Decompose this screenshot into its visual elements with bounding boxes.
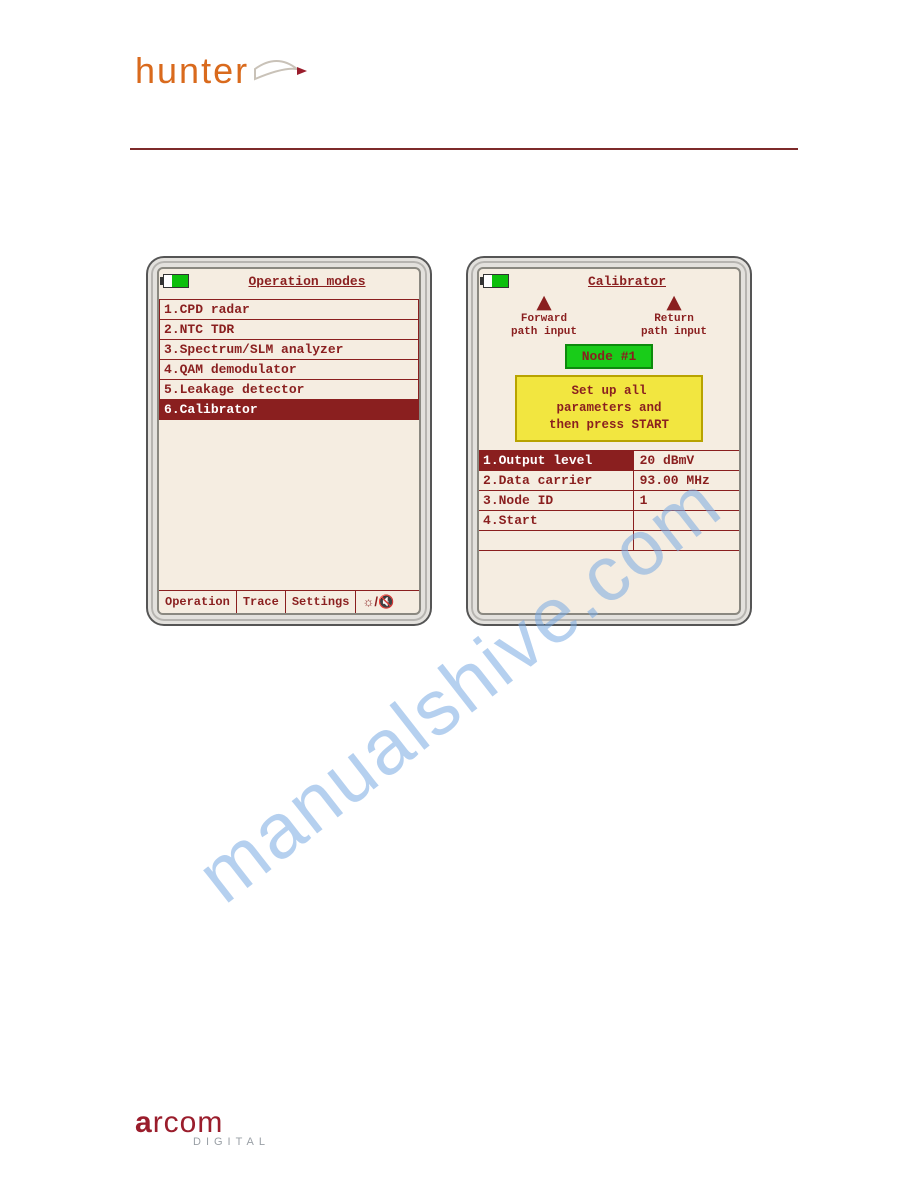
instruction-box: Set up all parameters and then press STA… <box>515 375 703 442</box>
intro-paragraph: The calibrator is used to calibrate dist… <box>130 178 798 225</box>
footer-tabs: Operation Trace Settings ☼/🔇 <box>159 590 419 613</box>
param-empty <box>479 531 739 551</box>
menu-item-ntc-tdr[interactable]: 2.NTC TDR <box>159 319 419 340</box>
menu-item-cpd-radar[interactable]: 1.CPD radar <box>159 299 419 320</box>
forward-input-label: ▲ Forward path input <box>511 295 577 338</box>
device-left: Operation modes 1.CPD radar 2.NTC TDR 3.… <box>148 258 430 624</box>
tab-trace[interactable]: Trace <box>237 591 286 613</box>
menu-item-qam[interactable]: 4.QAM demodulator <box>159 359 419 380</box>
param-data-carrier[interactable]: 2.Data carrier 93.00 MHz <box>479 471 739 491</box>
menu-item-spectrum[interactable]: 3.Spectrum/SLM analyzer <box>159 339 419 360</box>
node-indicator: Node #1 <box>565 344 653 369</box>
menu-item-calibrator[interactable]: 6.Calibrator <box>159 399 419 420</box>
arcom-logo: aarcomrcom DIGITAL <box>135 1109 270 1148</box>
param-table: 1.Output level 20 dBmV 2.Data carrier 93… <box>479 450 739 551</box>
header-rule <box>130 148 798 150</box>
screen-title: Operation modes <box>195 274 419 289</box>
screen-title: Calibrator <box>515 274 739 289</box>
return-input-label: ▲ Return path input <box>641 295 707 338</box>
hunter-logo: hunter <box>135 50 309 92</box>
swoosh-icon <box>253 50 309 92</box>
param-output-level[interactable]: 1.Output level 20 dBmV <box>479 451 739 471</box>
page-number: 45 <box>783 1109 800 1126</box>
menu-item-leakage[interactable]: 5.Leakage detector <box>159 379 419 400</box>
battery-icon <box>483 274 509 288</box>
brightness-mute-icon[interactable]: ☼/🔇 <box>356 591 400 613</box>
battery-icon <box>163 274 189 288</box>
param-start[interactable]: 4.Start <box>479 511 739 531</box>
param-node-id[interactable]: 3.Node ID 1 <box>479 491 739 511</box>
tab-settings[interactable]: Settings <box>286 591 357 613</box>
lower-body-text: The calibration procedure is described i… <box>130 655 798 825</box>
tab-operation[interactable]: Operation <box>159 591 237 613</box>
device-right: Calibrator ▲ Forward path input ▲ Return… <box>468 258 750 624</box>
arrow-up-icon: ▲ <box>536 295 552 313</box>
arrow-up-icon: ▲ <box>666 295 682 313</box>
operation-modes-list: 1.CPD radar 2.NTC TDR 3.Spectrum/SLM ana… <box>159 299 419 420</box>
